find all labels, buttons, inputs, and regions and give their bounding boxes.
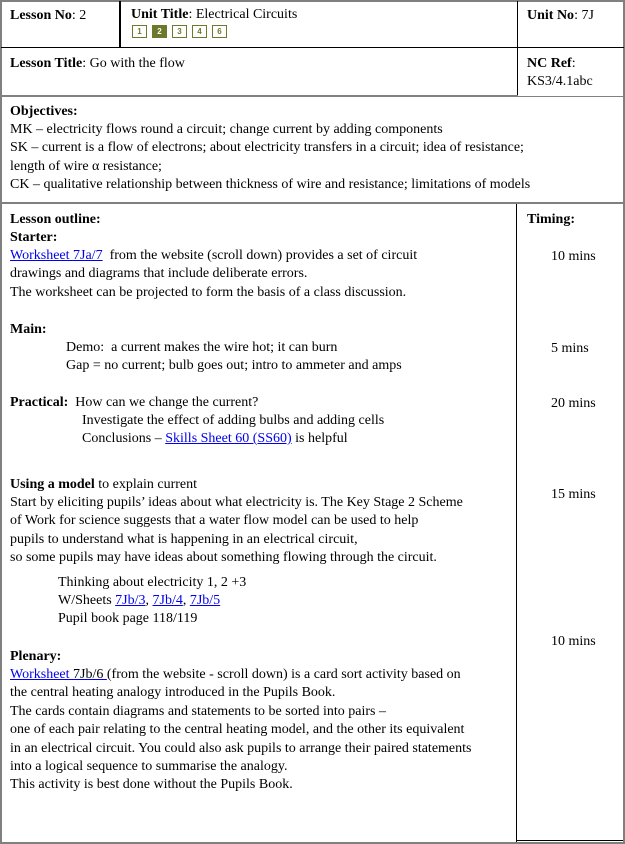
divider	[517, 1, 518, 96]
objective-sk: SK – current is a flow of electrons; abo…	[10, 140, 524, 155]
outline-column: Lesson outline: Starter: Worksheet 7Ja/7…	[2, 204, 516, 840]
pupil-book-line: Pupil book page 118/119	[58, 611, 198, 626]
worksheet-7jb3-link[interactable]: 7Jb/3	[115, 593, 145, 608]
plenary-line-6: into a logical sequence to summarise the…	[10, 759, 288, 774]
lesson-title-value: : Go with the flow	[82, 56, 185, 71]
starter-line-1: Worksheet 7Ja/7 from the website (scroll…	[10, 247, 417, 265]
nc-ref-colon: :	[571, 56, 576, 71]
plenary-line-1: Worksheet 7Jb/6 (from the website - scro…	[10, 666, 461, 684]
unit-title: Unit Title: Electrical Circuits	[131, 6, 297, 24]
practical-line-3: Conclusions – Skills Sheet 60 (SS60) is …	[82, 430, 348, 448]
practical-line-3-prefix: Conclusions –	[82, 431, 166, 446]
starter-heading-text: Starter:	[10, 230, 58, 245]
unit-no-label: Unit No	[527, 8, 575, 23]
practical-heading: Practical:	[10, 395, 69, 410]
objectives-heading: Objectives:	[10, 103, 78, 121]
model-line-1: Start by eliciting pupils’ ideas about w…	[10, 495, 463, 510]
timing-heading-text: Timing:	[527, 212, 575, 227]
unit-no-value: : 7J	[574, 8, 594, 23]
objectives-heading-text: Objectives:	[10, 104, 78, 119]
model-line-2: of Work for science suggests that a wate…	[10, 513, 419, 528]
thinking-line: Thinking about electricity 1, 2 +3	[58, 575, 247, 590]
lesson-nav-2[interactable]: 2	[152, 25, 167, 38]
practical-line-3-suffix: is helpful	[291, 431, 348, 446]
divider	[119, 1, 121, 47]
timing-plenary: 10 mins	[551, 634, 596, 649]
worksheet-7jb6-code: 7Jb/6	[73, 667, 107, 682]
nc-ref-label: NC Ref	[527, 56, 572, 71]
timing-practical: 20 mins	[551, 396, 596, 411]
outline-heading-text: Lesson outline:	[10, 212, 101, 227]
plenary-heading-text: Plenary:	[10, 649, 62, 664]
lesson-nav: 1 2 3 4 6	[132, 25, 227, 38]
objective-mk: MK – electricity flows round a circuit; …	[10, 122, 443, 137]
main-line-1: Demo: a current makes the wire hot; it c…	[66, 340, 338, 355]
model-heading: Using a model to explain current	[10, 476, 197, 494]
worksheet-7jb6-link[interactable]: Worksheet 7Jb/6	[10, 667, 107, 682]
plenary-line-1-text: (from the website - scroll down) is a ca…	[106, 667, 461, 682]
nc-ref-value: KS3/4.1abc	[527, 74, 593, 89]
model-line-4: so some pupils may have ideas about some…	[10, 550, 437, 565]
starter-line-3: The worksheet can be projected to form t…	[10, 285, 407, 300]
lesson-no-value: : 2	[71, 8, 87, 23]
practical-line-1-text: How can we change the current?	[68, 395, 259, 410]
worksheet-7jb4-link[interactable]: 7Jb/4	[153, 593, 183, 608]
divider	[518, 96, 624, 97]
lesson-nav-4[interactable]: 4	[192, 25, 207, 38]
practical-line-1: Practical: How can we change the current…	[10, 394, 258, 412]
lesson-nav-1[interactable]: 1	[132, 25, 147, 38]
lesson-title: Lesson Title: Go with the flow	[10, 55, 185, 73]
outline-heading: Lesson outline:	[10, 211, 101, 229]
plenary-line-3: The cards contain diagrams and statement…	[10, 704, 386, 719]
model-heading-bold: Using a model	[10, 477, 95, 492]
starter-heading: Starter:	[10, 229, 57, 247]
timing-main: 5 mins	[551, 341, 589, 356]
divider	[1, 47, 624, 48]
unit-title-value: : Electrical Circuits	[188, 7, 298, 22]
divider	[516, 840, 623, 841]
plenary-line-4: one of each pair relating to the central…	[10, 722, 465, 737]
lesson-no-label: Lesson No	[10, 8, 72, 23]
border-top	[0, 0, 625, 2]
timing-heading: Timing:	[527, 211, 575, 229]
main-heading: Main:	[10, 321, 47, 339]
model-heading-rest: to explain current	[94, 477, 198, 492]
plenary-line-5: in an electrical circuit. You could also…	[10, 741, 472, 756]
starter-line-1-text: from the website (scroll down) provides …	[102, 248, 418, 263]
main-heading-text: Main:	[10, 322, 47, 337]
plenary-line-7: This activity is best done without the P…	[10, 777, 293, 792]
objective-ck: CK – qualitative relationship between th…	[10, 177, 531, 192]
skills-sheet-60-link[interactable]: Skills Sheet 60 (SS60)	[165, 431, 291, 446]
lesson-title-label: Lesson Title	[10, 56, 83, 71]
worksheet-7jb5-link[interactable]: 7Jb/5	[190, 593, 220, 608]
nc-ref: NC Ref:	[527, 55, 576, 73]
divider	[516, 204, 517, 842]
wsheets-prefix: W/Sheets	[58, 593, 116, 608]
lesson-nav-3[interactable]: 3	[172, 25, 187, 38]
timing-starter: 10 mins	[551, 249, 596, 264]
unit-no: Unit No: 7J	[527, 7, 594, 25]
lesson-no: Lesson No: 2	[10, 7, 86, 25]
unit-title-label: Unit Title	[131, 7, 189, 22]
practical-line-2: Investigate the effect of adding bulbs a…	[82, 413, 385, 428]
worksheet-7jb6-link-text: Worksheet	[10, 667, 74, 682]
model-line-3: pupils to understand what is happening i…	[10, 532, 358, 547]
starter-line-2: drawings and diagrams that include delib…	[10, 266, 308, 281]
objective-sk-cont: length of wire α resistance;	[10, 159, 162, 174]
worksheet-7ja7-link[interactable]: Worksheet 7Ja/7	[10, 248, 103, 263]
lesson-nav-6[interactable]: 6	[212, 25, 227, 38]
main-line-2: Gap = no current; bulb goes out; intro t…	[66, 358, 402, 373]
plenary-heading: Plenary:	[10, 648, 61, 666]
divider	[1, 95, 518, 97]
timing-model: 15 mins	[551, 487, 596, 502]
plenary-line-2: the central heating analogy introduced i…	[10, 685, 336, 700]
wsheets-line: W/Sheets 7Jb/3, 7Jb/4, 7Jb/5	[58, 593, 221, 608]
